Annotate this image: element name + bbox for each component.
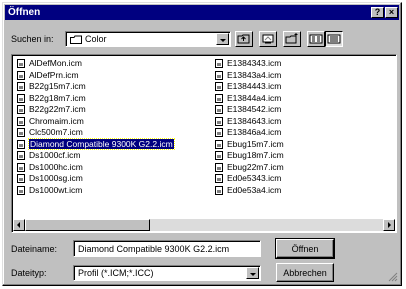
icm-file-icon — [215, 70, 223, 80]
icm-file-icon — [215, 162, 223, 172]
list-item[interactable]: E1384443.icm — [214, 81, 284, 93]
list-view-icon — [309, 34, 323, 44]
help-button[interactable]: ? — [371, 7, 384, 18]
icm-file-icon — [17, 70, 25, 80]
icm-file-icon — [215, 105, 223, 114]
icm-file-icon — [17, 59, 25, 68]
resize-grip-icon[interactable] — [388, 272, 398, 282]
file-column-left: AlDefMon.icm AlDefPrn.icm B22g15m7.icm B… — [16, 58, 175, 197]
filetype-label: Dateityp: — [11, 268, 47, 278]
list-item[interactable]: B22g18m7.icm — [16, 93, 174, 105]
list-item[interactable]: Ds1000cf.icm — [16, 150, 174, 162]
icm-file-icon — [215, 139, 223, 149]
scroll-right-button[interactable] — [383, 219, 395, 231]
list-item[interactable]: Ed0e53a4.icm — [214, 185, 284, 197]
list-item[interactable]: Ebug18m7.icm — [214, 150, 284, 162]
lookin-label: Suchen in: — [11, 34, 54, 44]
list-item[interactable]: E1384343.icm — [214, 58, 284, 70]
icm-file-icon — [215, 116, 223, 126]
horizontal-scrollbar[interactable] — [13, 219, 395, 231]
list-item[interactable]: Ds1000hc.icm — [16, 162, 174, 174]
list-item[interactable]: Ed0e5343.icm — [214, 173, 284, 185]
lookin-value: Color — [85, 34, 107, 44]
details-view-icon — [327, 34, 341, 44]
folder-icon — [70, 35, 82, 44]
list-item[interactable]: AlDefMon.icm — [16, 58, 174, 70]
window-title: Öffnen — [8, 7, 41, 18]
list-item[interactable]: Ebug22m7.icm — [214, 162, 284, 174]
icm-file-icon — [215, 59, 223, 68]
icm-file-icon — [215, 82, 223, 91]
list-item[interactable]: B22g15m7.icm — [16, 81, 174, 93]
list-item[interactable]: E1384643.icm — [214, 116, 284, 128]
list-view-button[interactable] — [307, 31, 325, 47]
list-item[interactable]: Ds1000wt.icm — [16, 185, 174, 197]
title-bar[interactable]: Öffnen ? × — [5, 5, 399, 20]
list-item-selected[interactable]: Diamond Compatible 9300K G2.2.icm — [16, 137, 175, 151]
icm-file-icon — [17, 174, 25, 183]
new-folder-button[interactable] — [283, 31, 301, 47]
close-button[interactable]: × — [385, 7, 398, 18]
icm-file-icon — [215, 151, 223, 160]
details-view-button[interactable] — [325, 31, 343, 47]
list-item[interactable]: AlDefPrn.icm — [16, 70, 174, 82]
scrollbar-thumb[interactable] — [25, 219, 150, 231]
list-item[interactable]: E13844a4.icm — [214, 93, 284, 105]
desktop-button[interactable] — [259, 31, 277, 47]
list-item[interactable]: Ds1000sg.icm — [16, 173, 174, 185]
filetype-combobox[interactable]: Profil (*.ICM;*.ICC) — [73, 265, 261, 281]
filename-value: Diamond Compatible 9300K G2.2.icm — [78, 244, 230, 254]
list-item[interactable]: E13846a4.icm — [214, 127, 284, 139]
scroll-left-button[interactable] — [13, 219, 25, 231]
chevron-down-icon[interactable] — [246, 267, 259, 279]
icm-file-icon — [215, 185, 223, 195]
icm-file-icon — [17, 162, 25, 172]
icm-file-icon — [17, 185, 25, 195]
icm-file-icon — [17, 105, 25, 114]
arrow-left-icon — [17, 222, 20, 228]
help-icon: ? — [374, 7, 381, 17]
icm-file-icon — [215, 93, 223, 103]
icm-file-icon — [215, 174, 223, 183]
arrow-right-icon — [388, 222, 391, 228]
icm-file-icon — [17, 128, 25, 137]
up-folder-button[interactable] — [235, 31, 253, 47]
cancel-button[interactable]: Abbrechen — [276, 263, 334, 282]
open-button[interactable]: Öffnen — [275, 238, 335, 259]
lookin-combobox[interactable]: Color — [65, 31, 231, 47]
list-item[interactable]: E1384542.icm — [214, 104, 284, 116]
chevron-down-icon[interactable] — [216, 33, 229, 45]
icm-file-icon — [17, 116, 25, 126]
list-item[interactable]: Clc500m7.icm — [16, 127, 174, 139]
open-dialog: Öffnen ? × Suchen in: Color AlDefMon.icm… — [2, 2, 402, 286]
filename-label: Dateiname: — [11, 244, 58, 254]
up-folder-icon — [237, 34, 250, 44]
icm-file-icon — [17, 93, 25, 103]
icm-file-icon — [17, 139, 25, 149]
list-item[interactable]: Ebug15m7.icm — [214, 139, 284, 151]
list-item[interactable]: E13843a4.icm — [214, 70, 284, 82]
close-icon: × — [388, 7, 395, 17]
new-folder-icon — [285, 33, 298, 44]
icm-file-icon — [17, 82, 25, 91]
filename-field[interactable]: Diamond Compatible 9300K G2.2.icm — [73, 240, 261, 257]
icm-file-icon — [17, 151, 25, 160]
file-list[interactable]: AlDefMon.icm AlDefPrn.icm B22g15m7.icm B… — [11, 54, 397, 233]
desktop-icon — [262, 34, 274, 44]
list-item[interactable]: B22g22m7.icm — [16, 104, 174, 116]
filetype-value: Profil (*.ICM;*.ICC) — [78, 268, 154, 278]
file-column-right: E1384343.icm E13843a4.icm E1384443.icm E… — [214, 58, 284, 196]
icm-file-icon — [215, 128, 223, 137]
list-item[interactable]: Chromaim.icm — [16, 116, 174, 128]
